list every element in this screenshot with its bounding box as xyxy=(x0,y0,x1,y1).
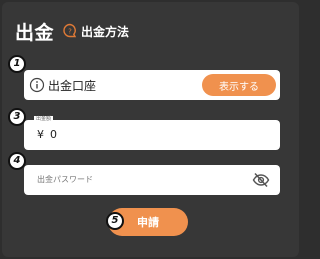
step-badge-1: 1 xyxy=(8,55,26,73)
eye-off-icon[interactable] xyxy=(252,172,270,188)
info-icon xyxy=(29,77,45,93)
page-title: 出金 xyxy=(15,22,55,44)
withdrawal-method-link[interactable]: ? 出金方法 xyxy=(62,22,129,40)
withdrawal-amount-value: 0 xyxy=(50,128,57,141)
step-badge-4: 4 xyxy=(8,152,26,170)
withdrawal-account-field: 出金口座 表示する xyxy=(24,70,280,100)
withdrawal-panel: 出金 ? 出金方法 出金口座 表示する 出金額 ¥ 0 出金パスワード 申請 xyxy=(2,2,299,257)
withdrawal-account-label: 出金口座 xyxy=(48,79,97,93)
withdrawal-amount-label: 出金額 xyxy=(34,116,54,123)
question-bubble-icon: ? xyxy=(63,23,77,38)
withdrawal-password-field[interactable]: 出金パスワード xyxy=(24,165,280,195)
withdrawal-method-label: 出金方法 xyxy=(81,24,130,39)
svg-text:?: ? xyxy=(68,28,72,36)
withdrawal-password-placeholder: 出金パスワード xyxy=(37,175,93,184)
step-badge-5: 5 xyxy=(106,212,124,230)
show-account-button[interactable]: 表示する xyxy=(202,74,276,96)
withdrawal-amount-field[interactable]: 出金額 ¥ 0 xyxy=(24,116,280,150)
currency-symbol: ¥ xyxy=(37,128,44,141)
withdrawal-page: 出金 ? 出金方法 出金口座 表示する 出金額 ¥ 0 出金パスワード 申請 1… xyxy=(0,0,301,259)
step-badge-3: 3 xyxy=(8,108,26,126)
